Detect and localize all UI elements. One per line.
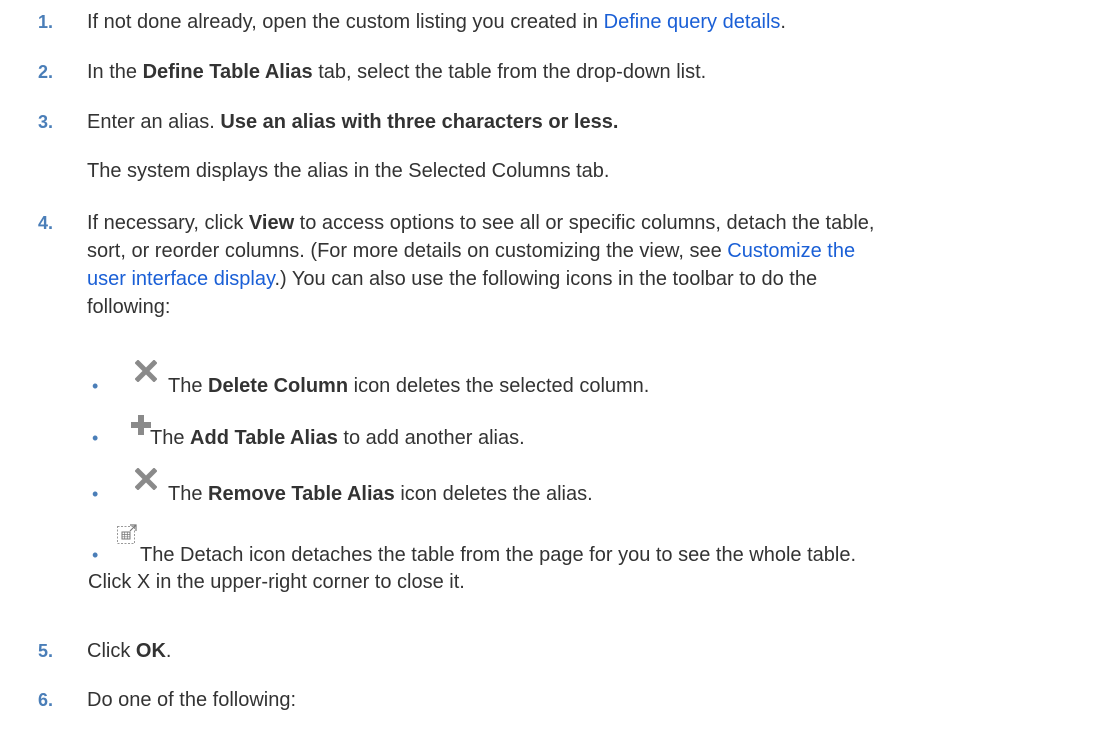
add-plus-icon — [131, 415, 151, 435]
text: to add another alias. — [337, 427, 525, 449]
text: following: — [87, 296, 171, 318]
step-number: 4. — [38, 213, 54, 233]
text: .) You can also use the following icons … — [274, 268, 818, 290]
text: The Detach icon detaches the table from … — [140, 544, 857, 566]
step-number: 2. — [38, 62, 54, 82]
step-number: 3. — [38, 112, 54, 132]
step-text: Do one of the following: — [87, 689, 297, 711]
text: icon deletes the selected column. — [348, 375, 650, 397]
bold-term: View — [248, 212, 295, 234]
detach-table-icon — [117, 524, 137, 544]
step-text: If necessary, click View to access optio… — [87, 209, 1097, 321]
text: Enter an alias. — [87, 111, 221, 133]
step-text: Enter an alias. Use an alias with three … — [87, 108, 1097, 136]
bold-term: OK — [135, 640, 166, 662]
text: sort, or reorder columns. (For more deta… — [87, 240, 728, 262]
remove-alias-x-icon — [135, 468, 157, 490]
step-number: 6. — [38, 690, 54, 710]
bullet-dot: • — [92, 428, 99, 448]
customize-ui-link-part2[interactable]: user interface display — [87, 268, 275, 290]
define-query-details-link[interactable]: Define query details — [604, 11, 781, 33]
step-number: 1. — [38, 12, 54, 32]
customize-ui-link-part1[interactable]: Customize the — [727, 240, 855, 262]
step-text: In the Define Table Alias tab, select th… — [87, 58, 1097, 86]
text: Click X in the upper-right corner to clo… — [88, 571, 465, 593]
text: to access options to see all or specific… — [294, 212, 875, 234]
bold-term: Use an alias with three characters or le… — [220, 111, 619, 133]
bold-term: Remove Table Alias — [208, 483, 395, 505]
step-number: 5. — [38, 641, 54, 661]
text: In the — [87, 61, 143, 83]
bullet-dot: • — [92, 376, 99, 396]
bullet-dot: • — [92, 484, 99, 504]
note-text: The system displays the alias in the Sel… — [87, 160, 610, 182]
text: The — [150, 427, 191, 449]
bold-term: Add Table Alias — [190, 427, 338, 449]
bullet-dot: • — [92, 545, 99, 565]
text: The — [168, 483, 209, 505]
bold-term: Delete Column — [208, 375, 349, 397]
text: If necessary, click — [87, 212, 249, 234]
text: icon deletes the alias. — [394, 483, 593, 505]
text: tab, select the table from the drop-down… — [312, 61, 707, 83]
document-page: 1. If not done already, open the custom … — [0, 0, 1119, 730]
text: The — [168, 375, 209, 397]
text: . — [780, 11, 786, 33]
delete-column-x-icon — [135, 360, 157, 382]
text: Click — [87, 640, 136, 662]
step-text: If not done already, open the custom lis… — [87, 8, 1097, 36]
bold-term: Define Table Alias — [142, 61, 313, 83]
text: If not done already, open the custom lis… — [87, 11, 604, 33]
text: . — [165, 640, 172, 662]
step-text: Click OK. — [87, 637, 1097, 665]
